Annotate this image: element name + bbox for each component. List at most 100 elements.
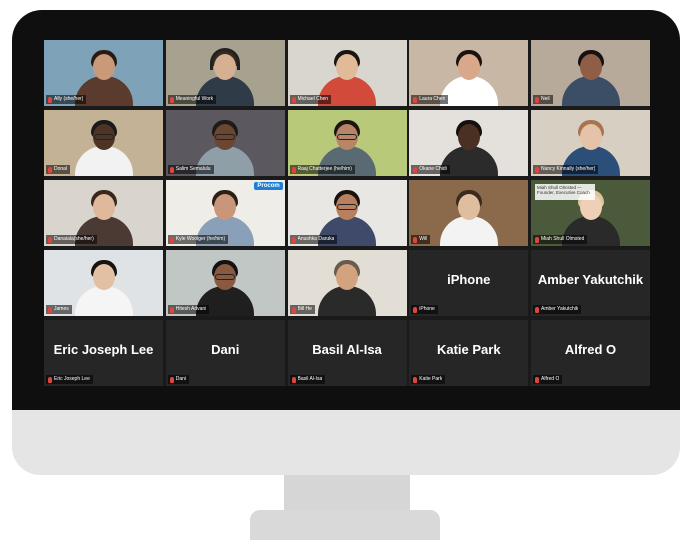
participant-name: Eric Joseph Lee <box>54 376 90 382</box>
participant-name: Alfred O <box>541 376 560 382</box>
participant-name: Nancy Kinnally (she/her) <box>541 166 596 172</box>
participant-tile[interactable]: Danaiala(she/her) <box>44 180 163 246</box>
participant-name: Katie Park <box>419 376 443 382</box>
participant-tile[interactable]: Miah Shull Olmsted — Founder, Executive … <box>531 180 650 246</box>
mic-muted-icon <box>48 166 52 173</box>
participant-tile[interactable]: Katie Park Katie Park <box>409 320 529 386</box>
participant-tile[interactable]: Bill He <box>287 250 407 316</box>
mic-muted-icon <box>535 236 539 243</box>
name-label: Dani <box>167 375 190 384</box>
participant-name: Bill He <box>297 306 312 312</box>
participant-tile[interactable]: Will <box>409 180 529 246</box>
glasses-icon <box>215 134 236 140</box>
participant-name: Laura Chen <box>419 96 446 102</box>
participant-tile[interactable]: Nancy Kinnally (she/her) <box>531 110 650 176</box>
participant-display-name: iPhone <box>447 272 491 287</box>
participant-display-name: Amber Yakutchik <box>537 272 644 287</box>
name-label: Salim Semalulu <box>167 165 214 174</box>
name-label: Neil <box>533 95 553 104</box>
name-label: Miah Shull Olmsted <box>533 235 588 244</box>
name-label: Raaj Chatterjee (he/him) <box>289 165 355 174</box>
glasses-icon <box>215 274 236 280</box>
name-label: Michael Chen <box>289 95 332 104</box>
mic-muted-icon <box>48 306 52 313</box>
participant-tile[interactable]: Raaj Chatterjee (he/him) <box>287 110 407 176</box>
participant-tile[interactable]: Procom Kyle Woolger (he/him) <box>165 180 285 246</box>
participant-tile[interactable]: Neil <box>531 40 650 106</box>
mic-muted-icon <box>413 376 418 383</box>
name-label: Danaiala(she/her) <box>46 235 97 244</box>
participant-tile[interactable]: Ally (she/her) <box>44 40 163 106</box>
participant-name: Dani <box>175 376 187 382</box>
participant-tile[interactable]: Donal <box>44 110 163 176</box>
desktop-monitor: Ally (she/her) Meaningful Work Michael Che… <box>12 10 680 475</box>
participant-tile[interactable]: Eric Joseph Lee Eric Joseph Lee <box>44 320 163 386</box>
participant-tile[interactable]: Dani Dani <box>165 320 285 386</box>
participant-tile[interactable]: James <box>44 250 163 316</box>
participant-display-name: Dani <box>211 342 240 357</box>
participant-name: Michael Chen <box>297 96 329 102</box>
name-label: Donal <box>46 165 71 174</box>
participant-name: iPhone <box>419 306 435 312</box>
mic-muted-icon <box>535 96 539 103</box>
participant-tile[interactable]: Anushka Daruka <box>287 180 407 246</box>
participant-display-name: Alfred O <box>564 342 617 357</box>
participant-name: Neil <box>541 96 550 102</box>
participant-name: Hitesh Advani <box>175 306 207 312</box>
participant-display-name: Katie Park <box>436 342 501 357</box>
participant-name: Basil Al-Isa <box>297 376 323 382</box>
mic-muted-icon <box>169 236 174 243</box>
mic-muted-icon <box>169 166 174 173</box>
participant-name: Amber Yakutchik <box>541 306 579 312</box>
name-label: Bill He <box>289 305 315 314</box>
mic-muted-icon <box>169 376 174 383</box>
name-label: Okane Chidi <box>411 165 450 174</box>
participant-name: Kyle Woolger (he/him) <box>175 236 226 242</box>
mic-muted-icon <box>291 166 296 173</box>
participant-name: Miah Shull Olmsted <box>541 236 585 242</box>
name-label: Anushka Daruka <box>289 235 338 244</box>
participant-tile[interactable]: Basil Al-Isa Basil Al-Isa <box>287 320 407 386</box>
participant-tile[interactable]: Amber Yakutchik Amber Yakutchik <box>531 250 650 316</box>
mic-muted-icon <box>48 376 52 383</box>
glasses-icon <box>337 204 357 210</box>
name-label: Alfred O <box>533 375 563 384</box>
name-label: Laura Chen <box>411 95 449 104</box>
mic-muted-icon <box>291 236 296 243</box>
name-label: Hitesh Advani <box>167 305 210 314</box>
name-label: Katie Park <box>411 375 446 384</box>
mic-muted-icon <box>535 166 539 173</box>
participant-tile[interactable]: Hitesh Advani <box>165 250 285 316</box>
participant-tile[interactable]: Meaningful Work <box>165 40 285 106</box>
participant-name: Anushka Daruka <box>297 236 335 242</box>
participant-name: Meaningful Work <box>175 96 214 102</box>
mic-muted-icon <box>48 236 52 243</box>
name-label: iPhone <box>411 305 438 314</box>
participant-display-name: Eric Joseph Lee <box>53 342 154 357</box>
participant-name: Okane Chidi <box>419 166 447 172</box>
name-label: Ally (she/her) <box>46 95 87 104</box>
participant-tile[interactable]: Salim Semalulu <box>165 110 285 176</box>
participant-tile[interactable]: Alfred O Alfred O <box>531 320 650 386</box>
mic-muted-icon <box>291 376 296 383</box>
name-label: Kyle Woolger (he/him) <box>167 235 229 244</box>
mic-muted-icon <box>413 236 418 243</box>
participant-name: Danaiala(she/her) <box>54 236 94 242</box>
name-label: James <box>46 305 72 314</box>
participant-name: James <box>54 306 69 312</box>
virtual-background-caption: Miah Shull Olmsted — Founder, Executive … <box>535 184 595 200</box>
monitor-stand-foot <box>250 510 440 540</box>
participant-name: Salim Semalulu <box>175 166 211 172</box>
name-label: Basil Al-Isa <box>289 375 326 384</box>
video-call-gallery: Ally (she/her) Meaningful Work Michael Che… <box>44 40 650 386</box>
participant-tile[interactable]: Laura Chen <box>409 40 529 106</box>
participant-tile[interactable]: Michael Chen <box>287 40 407 106</box>
participant-tile[interactable]: Okane Chidi <box>409 110 529 176</box>
participant-tile[interactable]: iPhone iPhone <box>409 250 529 316</box>
mic-muted-icon <box>413 96 418 103</box>
name-label: Nancy Kinnally (she/her) <box>533 165 599 174</box>
monitor-stand-neck <box>284 475 410 515</box>
participant-name: Ally (she/her) <box>54 96 84 102</box>
mic-muted-icon <box>291 306 296 313</box>
mic-muted-icon <box>291 96 296 103</box>
